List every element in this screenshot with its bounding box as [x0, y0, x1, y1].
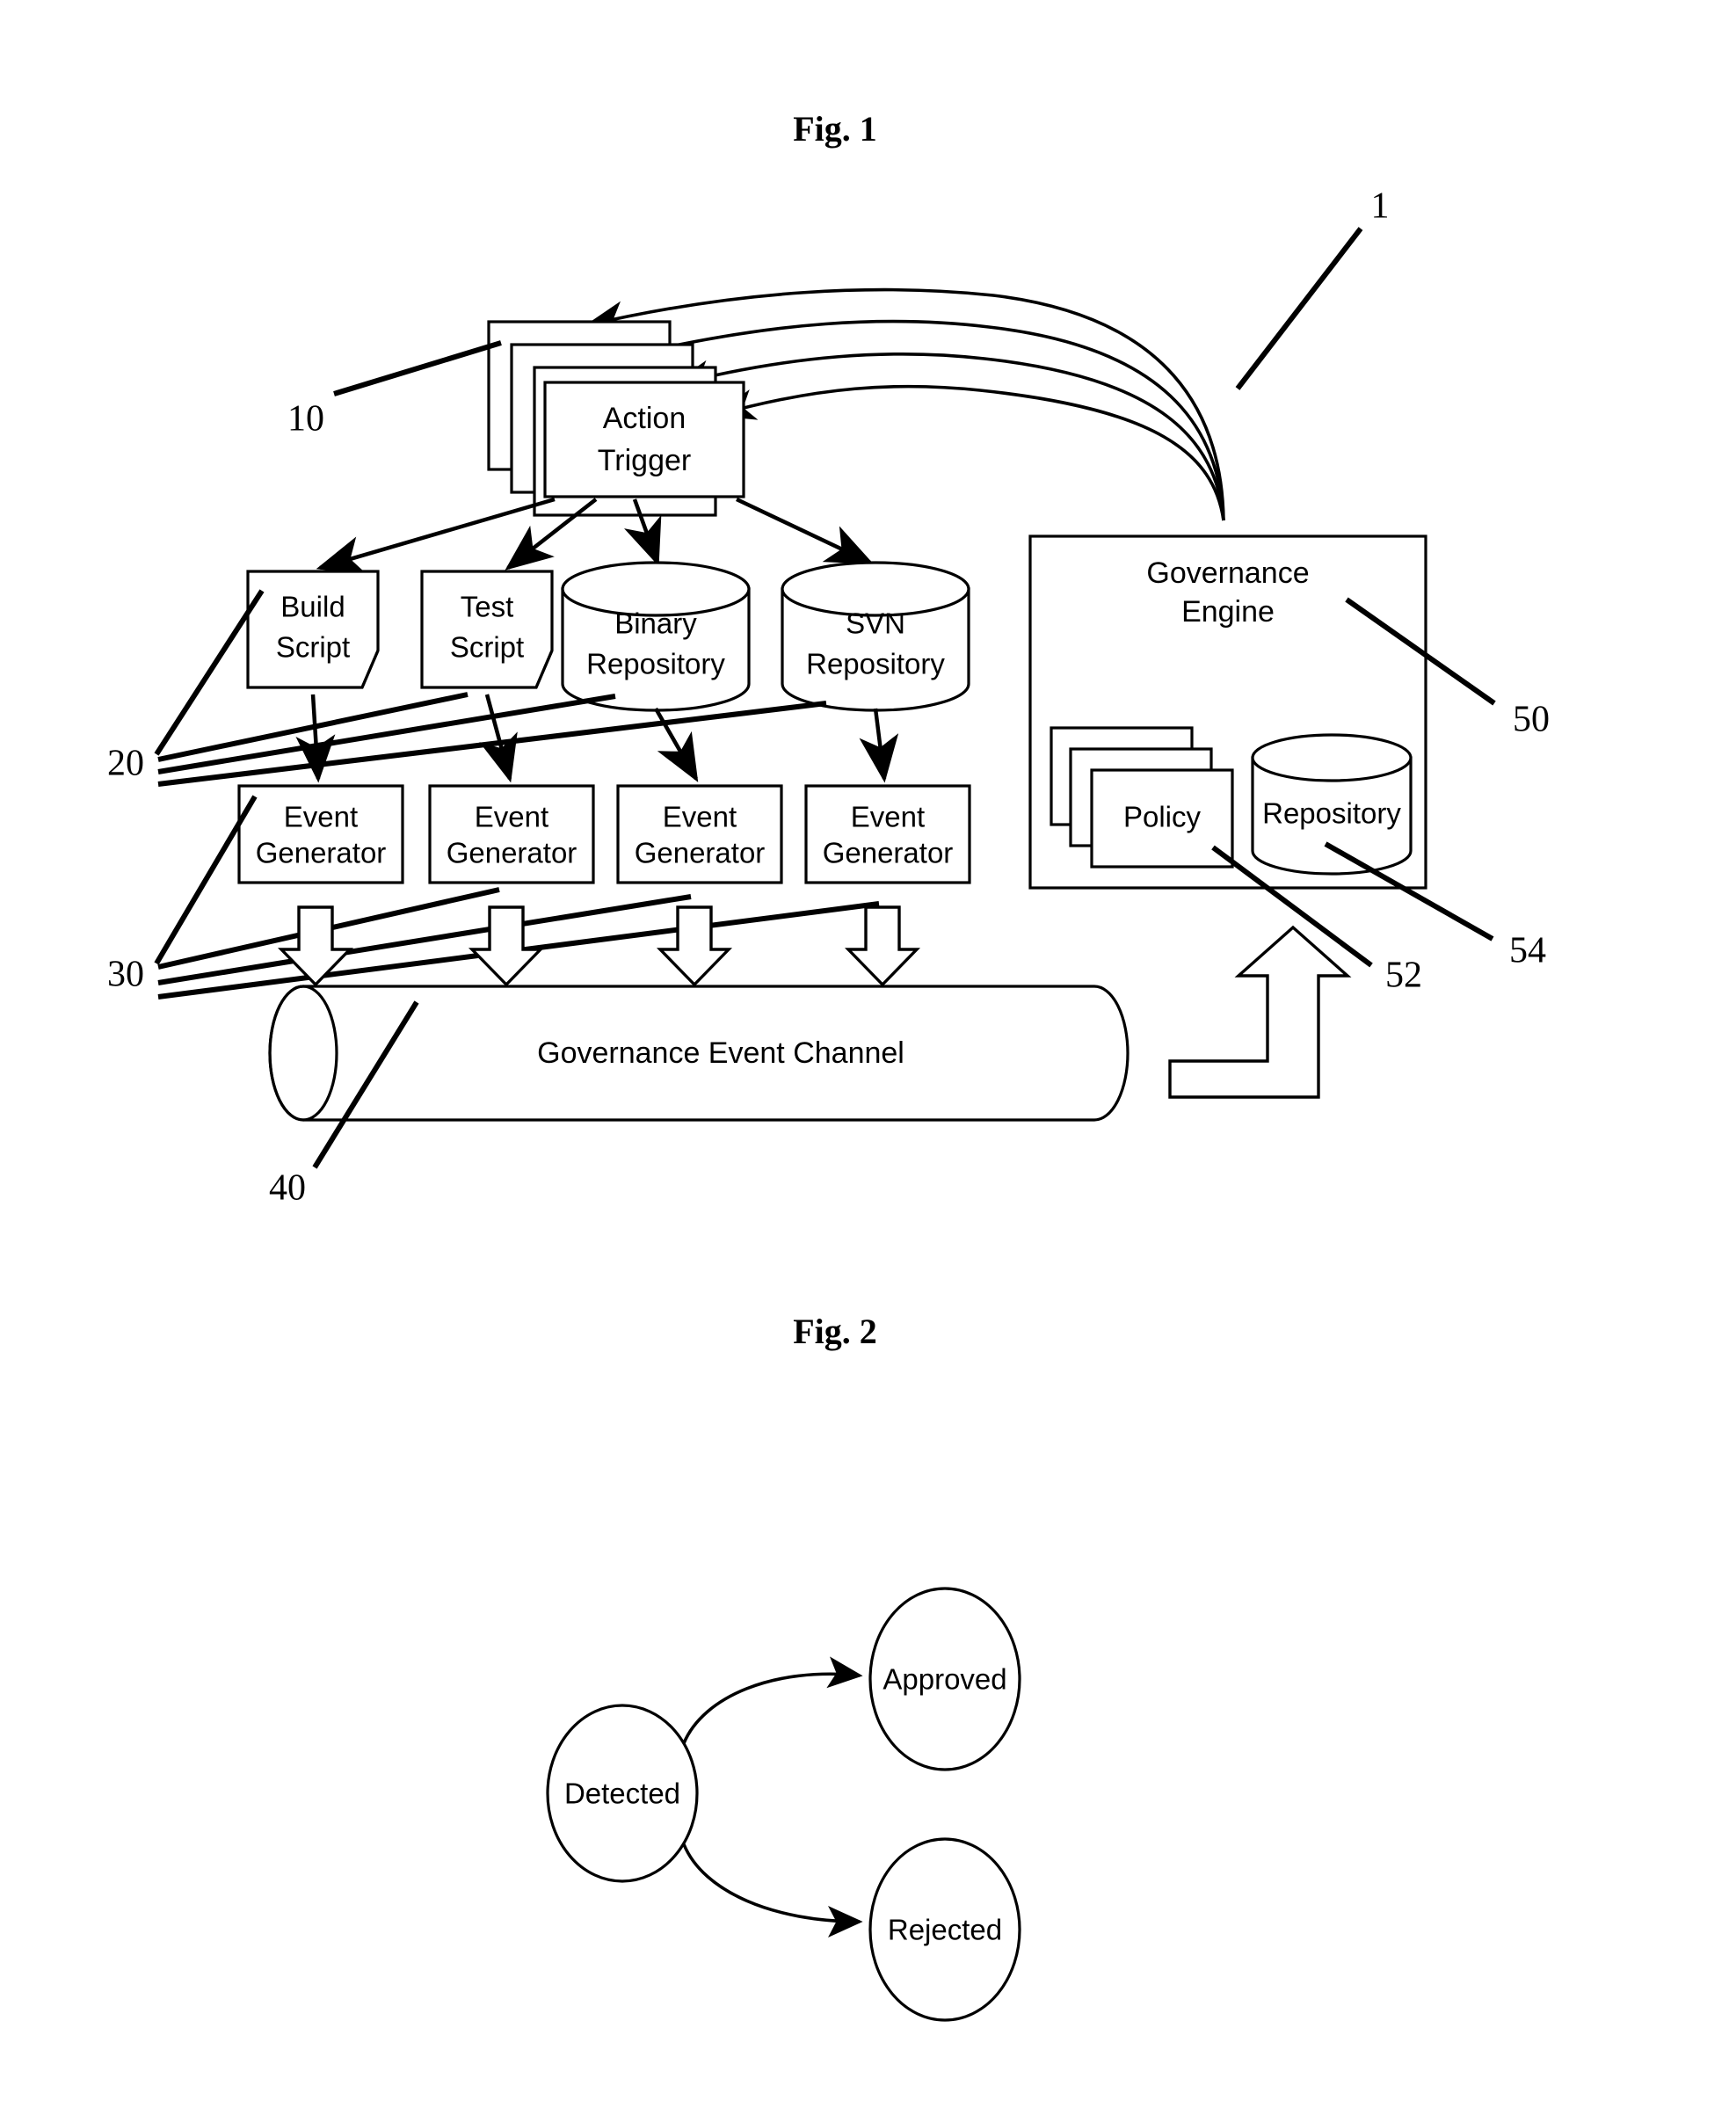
engine-repository-label: Repository	[1262, 797, 1401, 830]
feedback-arrow-4	[714, 384, 1225, 521]
figure-2-title: Fig. 2	[793, 1312, 877, 1351]
ref-numeral-30: 30	[107, 955, 144, 995]
transition-detected-to-approved	[682, 1656, 863, 1744]
lead-line-20-c	[157, 694, 616, 774]
ref-numeral-40: 40	[269, 1168, 306, 1209]
event-generator-2[interactable]: Event Generator	[428, 784, 595, 884]
test-script-label-line2: Script	[450, 631, 524, 664]
event-generator-4[interactable]: Event Generator	[804, 784, 971, 884]
state-detected[interactable]: Detected	[546, 1704, 699, 1883]
event-generator-1[interactable]: Event Generator	[237, 784, 404, 884]
event-generator-1-label-line2: Generator	[256, 837, 387, 869]
arrow-svn-to-eg4	[859, 708, 899, 783]
svn-repository-label-line2: Repository	[806, 648, 945, 680]
svn-repository-label-line1: SVN	[846, 607, 905, 640]
lead-line-20-a	[154, 589, 265, 756]
engine-repository-node[interactable]: Repository	[1251, 733, 1413, 876]
ref-numeral-52: 52	[1385, 956, 1422, 996]
engine-repository-top	[1251, 733, 1413, 782]
state-approved-label: Approved	[883, 1663, 1006, 1696]
governance-event-channel-node[interactable]: Governance Event Channel	[268, 985, 1129, 1122]
test-script-label-line1: Test	[461, 591, 514, 623]
arrow-test-to-eg2	[479, 694, 518, 783]
event-generator-3-label-line1: Event	[663, 801, 737, 833]
event-generator-2-label-line2: Generator	[447, 837, 577, 869]
state-approved[interactable]: Approved	[868, 1587, 1021, 1771]
svn-repository-node[interactable]: SVN Repository	[781, 561, 970, 712]
governance-event-channel-label: Governance Event Channel	[537, 1036, 904, 1070]
build-script-node[interactable]: Build Script	[246, 570, 380, 689]
governance-engine-label-line2: Engine	[1181, 595, 1275, 629]
build-script-label-line1: Build	[280, 591, 345, 623]
block-arrow-eg2	[468, 905, 545, 987]
governance-engine-label-line1: Governance	[1146, 556, 1309, 590]
state-rejected-label: Rejected	[888, 1914, 1002, 1946]
state-rejected[interactable]: Rejected	[868, 1837, 1021, 2022]
test-script-node[interactable]: Test Script	[420, 570, 554, 689]
event-generator-3[interactable]: Event Generator	[616, 784, 783, 884]
block-arrow-eg3	[656, 905, 733, 987]
feedback-arrow-3	[670, 352, 1225, 521]
event-generator-4-label-line2: Generator	[823, 837, 954, 869]
figure-1-title: Fig. 1	[793, 109, 877, 149]
figure-2: Detected Approved Rejected	[546, 1587, 1021, 2022]
lead-line-10	[333, 340, 502, 396]
policy-stack[interactable]: Policy	[1050, 726, 1234, 869]
figure-1: Fig. 1 1 Action Trigger 10 Build Script …	[107, 109, 1550, 2022]
state-detected-label: Detected	[564, 1777, 680, 1810]
block-arrow-eg4	[844, 905, 921, 987]
action-trigger-stack[interactable]: Action Trigger	[487, 320, 745, 517]
binary-repository-node[interactable]: Binary Repository	[561, 561, 751, 712]
action-trigger-label-line2: Trigger	[598, 444, 691, 477]
block-arrow-channel-to-engine	[1168, 925, 1352, 1099]
test-script-box[interactable]	[420, 570, 554, 689]
binary-repository-label-line2: Repository	[586, 648, 725, 680]
build-script-box[interactable]	[246, 570, 380, 689]
lead-line-overall	[1235, 227, 1363, 390]
action-trigger-box[interactable]	[543, 381, 745, 498]
binary-repository-label-line1: Binary	[614, 607, 697, 640]
build-script-label-line2: Script	[276, 631, 350, 664]
event-generator-3-label-line2: Generator	[635, 837, 766, 869]
ref-numeral-50: 50	[1513, 700, 1550, 740]
ref-numeral-20: 20	[107, 744, 144, 784]
transition-detected-to-rejected	[682, 1843, 863, 1937]
action-trigger-label-line1: Action	[603, 402, 686, 435]
ref-numeral-overall: 1	[1371, 186, 1390, 227]
policy-label: Policy	[1123, 801, 1202, 833]
arrow-trigger-to-svn-repository	[736, 497, 875, 565]
ref-numeral-10: 10	[287, 399, 324, 440]
governance-engine-node[interactable]: Governance Engine Policy Repository	[1028, 534, 1427, 890]
event-generator-1-label-line1: Event	[284, 801, 358, 833]
figure-sheet: Fig. 1 1 Action Trigger 10 Build Script …	[0, 0, 1736, 2101]
event-generator-4-label-line1: Event	[851, 801, 925, 833]
ref-numeral-54: 54	[1509, 931, 1546, 971]
event-generator-2-label-line1: Event	[475, 801, 548, 833]
